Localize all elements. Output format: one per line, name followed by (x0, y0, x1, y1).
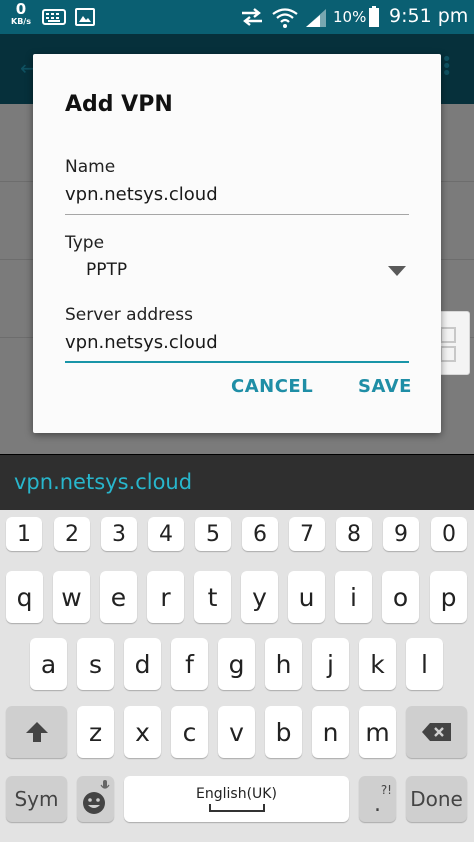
period-key-hint: ?! (380, 783, 392, 797)
key-8[interactable]: 8 (336, 517, 372, 551)
add-vpn-dialog: Add VPN Name vpn.netsys.cloud Type PPTP … (33, 54, 441, 433)
key-p[interactable]: p (430, 571, 467, 623)
keyboard: 1 2 3 4 5 6 7 8 9 0 q w e r t y u i o p … (0, 510, 474, 842)
key-s[interactable]: s (77, 638, 114, 690)
server-address-field[interactable]: vpn.netsys.cloud (65, 332, 218, 353)
key-9[interactable]: 9 (383, 517, 419, 551)
name-field[interactable]: vpn.netsys.cloud (65, 184, 218, 205)
battery-icon (368, 6, 380, 32)
emoji-mic-icon (82, 780, 109, 814)
suggestion-bar: vpn.netsys.cloud (0, 455, 474, 510)
key-w[interactable]: w (53, 571, 90, 623)
key-1[interactable]: 1 (6, 517, 42, 551)
key-c[interactable]: c (171, 706, 208, 758)
key-a[interactable]: a (30, 638, 67, 690)
clock: 9:51 pm (389, 5, 469, 27)
dropdown-arrow-icon[interactable] (388, 266, 406, 276)
key-7[interactable]: 7 (289, 517, 325, 551)
cancel-button[interactable]: CANCEL (231, 376, 313, 397)
key-o[interactable]: o (382, 571, 419, 623)
sym-key[interactable]: Sym (6, 776, 67, 822)
key-3[interactable]: 3 (101, 517, 137, 551)
key-2[interactable]: 2 (54, 517, 90, 551)
data-rate-value: 0 (15, 0, 27, 18)
key-i[interactable]: i (335, 571, 372, 623)
emoji-key[interactable] (77, 776, 114, 822)
key-6[interactable]: 6 (242, 517, 278, 551)
key-0[interactable]: 0 (431, 517, 467, 551)
status-bar: 0 KB/s 10% 9:51 pm (0, 0, 474, 34)
key-y[interactable]: y (241, 571, 278, 623)
key-k[interactable]: k (359, 638, 396, 690)
backspace-icon (421, 723, 451, 741)
key-x[interactable]: x (124, 706, 161, 758)
key-t[interactable]: t (194, 571, 231, 623)
save-button[interactable]: SAVE (358, 376, 412, 397)
server-address-underline (65, 361, 409, 363)
period-key-label: . (374, 792, 381, 817)
data-transfer-icon (240, 8, 264, 30)
key-r[interactable]: r (147, 571, 184, 623)
signal-icon (305, 8, 327, 32)
space-key[interactable]: English(UK) (124, 776, 349, 822)
key-5[interactable]: 5 (195, 517, 231, 551)
key-4[interactable]: 4 (148, 517, 184, 551)
key-u[interactable]: u (288, 571, 325, 623)
battery-percent: 10% (333, 8, 367, 26)
period-key[interactable]: ?! . (359, 776, 396, 822)
key-z[interactable]: z (77, 706, 114, 758)
keyboard-icon (42, 8, 66, 30)
key-l[interactable]: l (406, 638, 443, 690)
key-g[interactable]: g (218, 638, 255, 690)
gallery-icon (75, 8, 95, 30)
type-spinner[interactable]: PPTP (86, 260, 127, 280)
key-d[interactable]: d (124, 638, 161, 690)
space-bar-icon (208, 804, 265, 812)
data-rate-unit: KB/s (11, 17, 31, 26)
key-b[interactable]: b (265, 706, 302, 758)
key-h[interactable]: h (265, 638, 302, 690)
key-n[interactable]: n (312, 706, 349, 758)
backspace-key[interactable] (406, 706, 467, 758)
type-label: Type (65, 233, 105, 253)
key-q[interactable]: q (6, 571, 43, 623)
key-v[interactable]: v (218, 706, 255, 758)
data-rate-indicator: 0 KB/s (8, 2, 34, 26)
key-e[interactable]: e (100, 571, 137, 623)
key-m[interactable]: m (359, 706, 396, 758)
dialog-title: Add VPN (65, 92, 173, 117)
server-address-label: Server address (65, 305, 193, 325)
done-key[interactable]: Done (406, 776, 467, 822)
name-field-underline (65, 214, 409, 215)
shift-arrow-icon (25, 722, 48, 742)
wifi-icon (272, 8, 298, 32)
key-f[interactable]: f (171, 638, 208, 690)
shift-key[interactable] (6, 706, 67, 758)
suggestion-item[interactable]: vpn.netsys.cloud (14, 470, 192, 494)
space-language-label: English(UK) (196, 786, 277, 802)
overflow-menu-icon[interactable]: • • • (441, 51, 452, 83)
name-label: Name (65, 157, 116, 177)
key-j[interactable]: j (312, 638, 349, 690)
